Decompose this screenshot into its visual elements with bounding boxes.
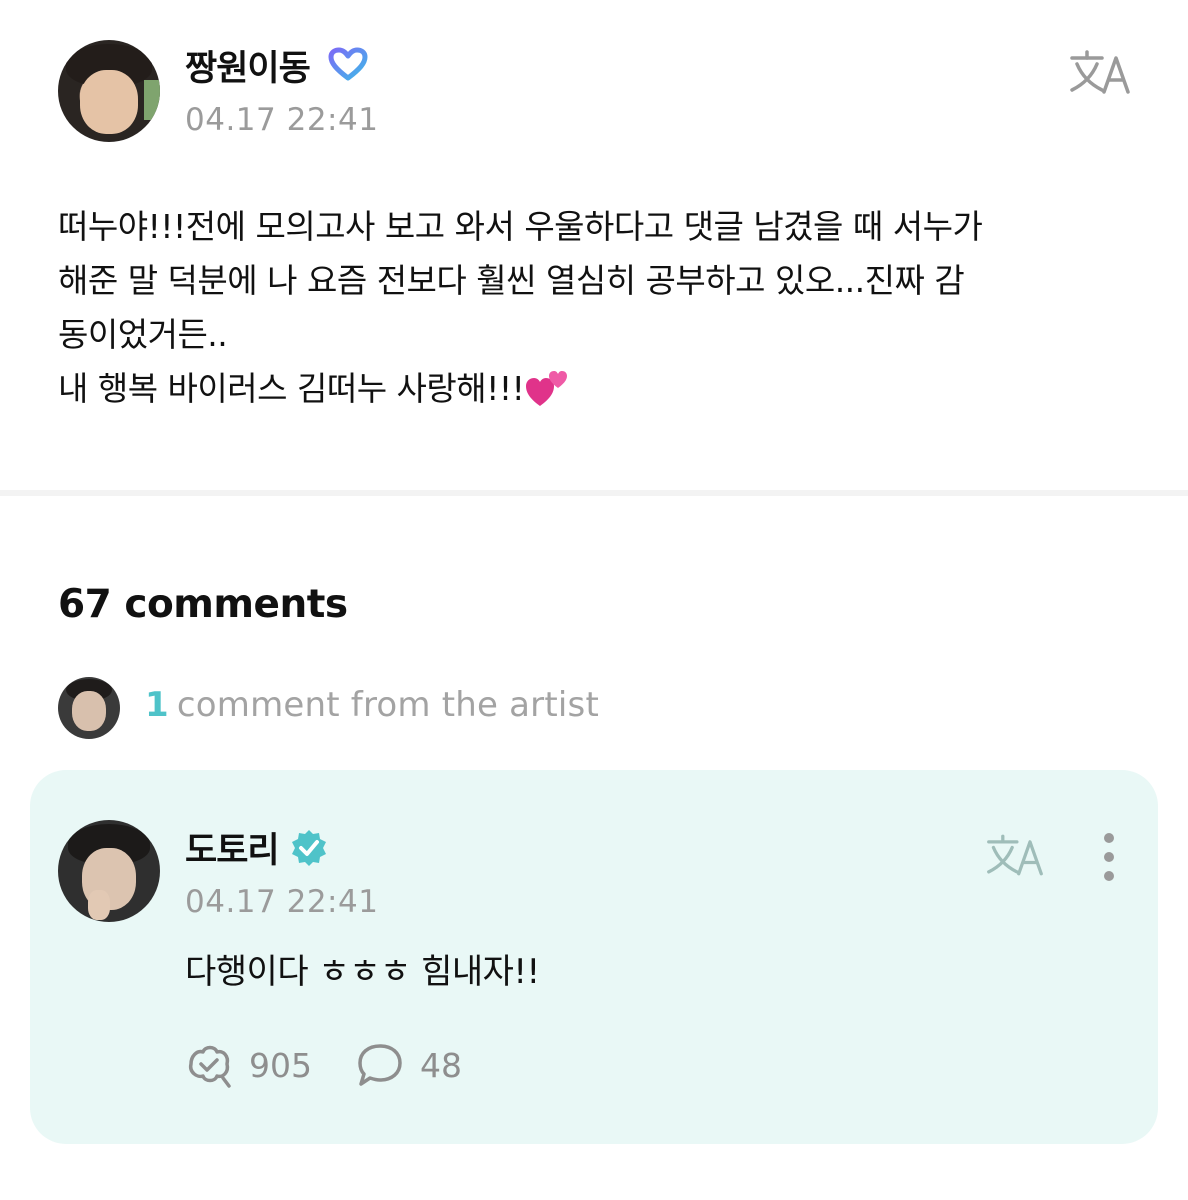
reply-button[interactable]: 48 [356,1042,462,1088]
like-button[interactable]: 905 [185,1042,312,1088]
artist-comment-label: comment from the artist [176,685,599,725]
like-count: 905 [249,1045,312,1085]
artist-comment-count: 1 [145,685,169,725]
post-detail-page: 짱원이동 04.17 22:41 떠누야!!!전에 모의고사 보고 와서 우울하… [0,0,1188,1200]
artist-name[interactable]: 도토리 [185,822,280,873]
comment-date: 04.17 22:41 [185,884,379,920]
more-vertical-icon[interactable] [1098,832,1120,882]
post-body: 떠누야!!!전에 모의고사 보고 와서 우울하다고 댓글 남겼을 때 서누가 해… [58,200,1138,416]
translate-icon[interactable] [1068,48,1132,96]
author-avatar[interactable] [58,40,160,142]
like-icon [188,1045,231,1088]
author-name[interactable]: 짱원이동 [185,40,311,91]
reply-count: 48 [420,1045,462,1085]
post-body-line: 떠누야!!!전에 모의고사 보고 와서 우울하다고 댓글 남겼을 때 서누가 [58,207,983,246]
post-date: 04.17 22:41 [185,102,379,138]
comments-count: 67 comments [58,582,348,627]
post-body-line: 동이었거든.. [58,315,228,354]
translate-icon[interactable] [985,832,1045,878]
artist-avatar-small[interactable] [58,677,120,739]
section-divider [0,490,1188,496]
artist-comments-link[interactable]: 1 comment from the artist [145,685,599,725]
two-hearts-emoji [526,371,568,406]
artist-avatar[interactable] [58,820,160,922]
reply-bubble-icon [358,1044,402,1086]
post-body-line-last: 내 행복 바이러스 김떠누 사랑해!!! [58,362,1138,416]
post-body-line: 해준 말 덕분에 나 요즘 전보다 훨씬 열심히 공부하고 있오...진짜 감 [58,261,965,300]
post-body-line: 내 행복 바이러스 김떠누 사랑해!!! [58,369,525,408]
verified-badge-icon [292,830,326,866]
verified-badge-icon [328,47,368,81]
comment-text: 다행이다 ㅎㅎㅎ 힘내자!! [185,952,540,992]
